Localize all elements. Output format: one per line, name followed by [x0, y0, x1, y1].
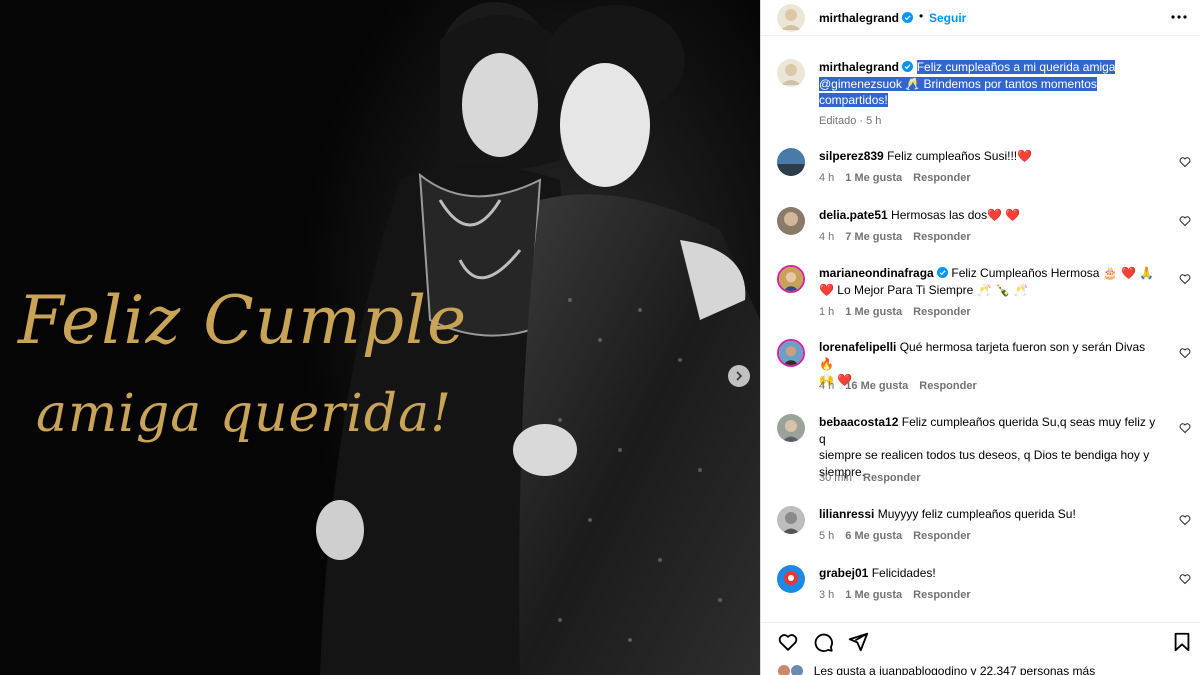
verified-icon	[937, 267, 949, 278]
comment-button[interactable]	[812, 631, 834, 653]
heart-icon[interactable]	[1179, 156, 1191, 168]
comment-icon	[814, 633, 833, 652]
commenter-username[interactable]: grabej01	[819, 566, 868, 580]
commenter-username[interactable]: lilianressi	[819, 507, 874, 521]
comment-likes[interactable]: 1 Me gusta	[845, 306, 902, 318]
verified-icon	[902, 61, 914, 72]
comment-time[interactable]: 5 h	[819, 530, 834, 542]
post-media[interactable]: Feliz Cumple amiga querida!	[0, 0, 760, 675]
commenter-avatar[interactable]	[777, 148, 805, 176]
comment-body: Feliz Cumpleaños Hermosa 🎂 ❤️ 🙏	[951, 266, 1155, 280]
bookmark-icon	[1174, 632, 1190, 652]
comment-meta: 4 h 7 Me gusta Responder	[819, 231, 971, 243]
heart-icon	[778, 634, 798, 651]
likes-text: Les gusta a juanpablogodino y 22.347 per…	[813, 664, 1096, 675]
heart-icon[interactable]	[1179, 347, 1191, 359]
comment-time[interactable]: 4 h	[819, 172, 834, 184]
commenter-username[interactable]: lorenafelipelli	[819, 340, 896, 354]
post-header: mirthalegrand • Seguir	[761, 0, 1200, 36]
card-text-line2: amiga querida!	[36, 384, 452, 444]
comment-text: marianeondinafraga Feliz Cumpleaños Herm…	[819, 265, 1157, 298]
comment-time[interactable]: 4 h	[819, 231, 834, 243]
reply-button[interactable]: Responder	[863, 472, 920, 484]
commenter-username[interactable]: delia.pate51	[819, 208, 888, 222]
commenter-avatar[interactable]	[777, 339, 805, 367]
liker-avatar	[777, 664, 791, 675]
commenter-avatar[interactable]	[777, 265, 805, 293]
comment-text: bebaacosta12 Feliz cumpleaños querida Su…	[819, 414, 1157, 480]
comment-body: Muyyyy feliz cumpleaños querida Su!	[877, 507, 1076, 521]
reply-button[interactable]: Responder	[913, 172, 970, 184]
comment-likes[interactable]: 6 Me gusta	[845, 530, 902, 542]
heart-icon[interactable]	[1179, 215, 1191, 227]
send-icon	[848, 632, 869, 652]
carousel-next-button[interactable]	[728, 365, 750, 387]
caption-username[interactable]: mirthalegrand	[819, 60, 899, 74]
reply-button[interactable]: Responder	[913, 306, 970, 318]
comment-time[interactable]: 1 h	[819, 306, 834, 318]
commenter-avatar[interactable]	[777, 207, 805, 235]
commenter-username[interactable]: silperez839	[819, 149, 884, 163]
author-avatar[interactable]	[777, 4, 805, 32]
commenter-avatar[interactable]	[777, 506, 805, 534]
reply-button[interactable]: Responder	[919, 380, 976, 392]
commenter-username[interactable]: bebaacosta12	[819, 415, 898, 429]
comment-text: grabej01 Felicidades!	[819, 565, 1157, 582]
chevron-right-icon	[736, 371, 743, 381]
author-avatar[interactable]	[777, 59, 805, 87]
comment-body: siempre se realicen todos tus deseos, q …	[819, 448, 1150, 462]
commenter-avatar[interactable]	[777, 565, 805, 593]
card-text-line1: Feliz Cumple	[18, 282, 468, 359]
comment-body: ❤️ Lo Mejor Para Ti Siempre 🥂 🍾 🥂	[819, 282, 1029, 297]
more-horizontal-icon[interactable]	[1169, 7, 1189, 27]
verified-icon	[902, 12, 913, 23]
author-username[interactable]: mirthalegrand	[819, 11, 899, 25]
likes-summary[interactable]: Les gusta a juanpablogodino y 22.347 per…	[777, 664, 1095, 675]
comment-time[interactable]: 3 h	[819, 589, 834, 601]
comment-text: delia.pate51 Hermosas las dos❤️ ❤️	[819, 207, 1157, 224]
caption-line: Feliz cumpleaños a mi querida amiga	[916, 60, 1116, 74]
comment-meta: 4 h 1 Me gusta Responder	[819, 172, 971, 184]
heart-icon[interactable]	[1179, 273, 1191, 285]
share-button[interactable]	[847, 631, 869, 653]
comment-likes[interactable]: 1 Me gusta	[845, 589, 902, 601]
edited-label: Editado	[819, 115, 857, 127]
caption-line: compartidos!	[819, 93, 888, 107]
reply-button[interactable]: Responder	[913, 589, 970, 601]
comment-likes[interactable]: 7 Me gusta	[845, 231, 902, 243]
heart-icon[interactable]	[1179, 422, 1191, 434]
heart-icon[interactable]	[1179, 514, 1191, 526]
comment-body: Felicidades!	[871, 566, 936, 580]
post-side-panel: mirthalegrand • Seguir mirthalegrand Fel…	[760, 0, 1200, 675]
reply-button[interactable]: Responder	[913, 231, 970, 243]
comment-text: silperez839 Feliz cumpleaños Susi!!!❤️	[819, 148, 1157, 165]
comment-time[interactable]: 30 min	[819, 472, 852, 484]
follow-button[interactable]: Seguir	[929, 11, 966, 25]
separator-dot: •	[919, 9, 924, 23]
comment-meta: 1 h 1 Me gusta Responder	[819, 306, 971, 318]
save-button[interactable]	[1171, 631, 1193, 653]
caption-time[interactable]: 5 h	[866, 115, 881, 127]
post-actions	[761, 622, 1200, 662]
comment-meta: 3 h 1 Me gusta Responder	[819, 589, 971, 601]
caption-text: mirthalegrand Feliz cumpleaños a mi quer…	[819, 59, 1157, 109]
comment-body: Hermosas las dos❤️ ❤️	[891, 208, 1021, 222]
commenter-avatar[interactable]	[777, 414, 805, 442]
commenter-username[interactable]: marianeondinafraga	[819, 266, 934, 280]
comment-meta: 5 h 6 Me gusta Responder	[819, 530, 971, 542]
comment-meta: 4 h 16 Me gusta Responder	[819, 380, 977, 392]
caption-meta: Editado · 5 h	[819, 115, 882, 127]
reply-button[interactable]: Responder	[913, 530, 970, 542]
comment-likes[interactable]: 16 Me gusta	[845, 380, 908, 392]
liker-avatar	[790, 664, 805, 675]
heart-icon[interactable]	[1179, 573, 1191, 585]
comment-likes[interactable]: 1 Me gusta	[845, 172, 902, 184]
comment-meta: 30 min Responder	[819, 472, 921, 484]
comment-body: Feliz cumpleaños Susi!!!❤️	[887, 149, 1033, 163]
like-button[interactable]	[777, 631, 799, 653]
comment-time[interactable]: 4 h	[819, 380, 834, 392]
caption-line: @gimenezsuok 🥂 Brindemos por tantos mome…	[819, 76, 1097, 91]
comment-text: lilianressi Muyyyy feliz cumpleaños quer…	[819, 506, 1157, 523]
